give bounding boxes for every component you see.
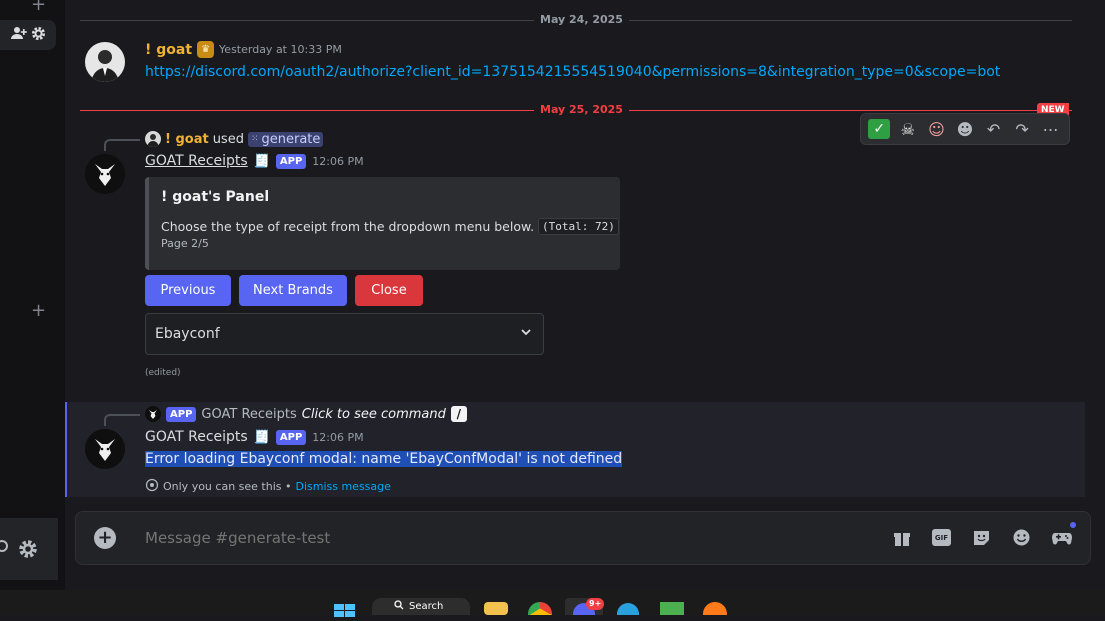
oauth-link[interactable]: https://discord.com/oauth2/authorize?cli… bbox=[145, 64, 1000, 80]
file-explorer-icon[interactable] bbox=[484, 602, 508, 615]
timestamp: 12:06 PM bbox=[312, 154, 364, 168]
receipt-icon: 🧾 bbox=[253, 153, 270, 169]
app-badge: APP bbox=[275, 429, 307, 445]
message-input[interactable] bbox=[145, 527, 845, 549]
embed-panel: ! goat's Panel Choose the type of receip… bbox=[145, 177, 620, 270]
add-member-icon[interactable] bbox=[10, 26, 27, 44]
reply-avatar bbox=[145, 131, 161, 147]
timestamp: 12:06 PM bbox=[312, 430, 364, 444]
command-grid-icon: ⁙ bbox=[250, 134, 259, 144]
notification-dot bbox=[1070, 522, 1076, 528]
date-divider: May 24, 2025 bbox=[534, 13, 629, 26]
gif-icon[interactable]: GIF bbox=[932, 529, 951, 546]
reply-icon[interactable]: ↶ bbox=[983, 120, 1005, 139]
message-header: ! goat ♛ Yesterday at 10:33 PM bbox=[145, 41, 342, 58]
bot-avatar[interactable] bbox=[85, 429, 125, 469]
previous-button[interactable]: Previous bbox=[145, 275, 231, 306]
reply-used-text: used bbox=[212, 131, 244, 147]
check-reaction-icon[interactable]: ✓ bbox=[868, 119, 891, 139]
user-settings-gear-icon[interactable] bbox=[18, 539, 38, 563]
bot-avatar[interactable] bbox=[85, 154, 125, 194]
chevron-down-icon bbox=[519, 325, 533, 343]
username[interactable]: ! goat bbox=[145, 42, 192, 58]
channel-header-actions[interactable] bbox=[0, 20, 56, 50]
embed-title: ! goat's Panel bbox=[161, 189, 270, 205]
search-label: Search bbox=[409, 601, 444, 612]
bot-username[interactable]: GOAT Receipts bbox=[145, 429, 248, 445]
click-to-see-command[interactable]: Click to see command bbox=[302, 407, 446, 422]
add-server-plus-icon[interactable]: + bbox=[31, 300, 46, 321]
message-actions-toolbar: ✓ ☠ ☺ ☻ ↶ ↷ ⋯ bbox=[860, 113, 1070, 145]
error-message-row: Error loading Ebayconf modal: name 'Ebay… bbox=[145, 451, 623, 467]
receipt-icon: 🧾 bbox=[253, 429, 270, 445]
app-badge: APP bbox=[275, 153, 307, 169]
eye-icon bbox=[145, 478, 159, 495]
activities-gamepad-icon[interactable] bbox=[1052, 529, 1072, 551]
ephemeral-footer: Only you can see this • Dismiss message bbox=[145, 478, 391, 495]
server-rail bbox=[0, 0, 65, 590]
command-reference[interactable]: APP GOAT Receipts Click to see command / bbox=[145, 406, 467, 422]
error-text: Error loading Ebayconf modal: name 'Ebay… bbox=[145, 451, 623, 467]
only-you-text: Only you can see this • bbox=[163, 480, 292, 493]
command-name: generate bbox=[261, 131, 321, 147]
taskbar-search[interactable]: Search bbox=[372, 598, 470, 615]
slash-command-chip[interactable]: ⁙ generate bbox=[247, 131, 324, 147]
slash-icon: / bbox=[450, 406, 467, 422]
os-taskbar bbox=[0, 590, 1105, 615]
gear-icon[interactable] bbox=[31, 26, 46, 45]
reply-bot-name[interactable]: GOAT Receipts bbox=[201, 407, 296, 422]
skull-reaction-icon[interactable]: ☠ bbox=[897, 120, 919, 139]
more-icon[interactable]: ⋯ bbox=[1040, 120, 1062, 139]
discord-unread-badge: 9+ bbox=[586, 598, 605, 610]
minecraft-icon[interactable] bbox=[660, 602, 684, 615]
plus-icon[interactable]: + bbox=[31, 0, 46, 15]
receipt-type-select[interactable]: Ebayconf bbox=[145, 313, 544, 355]
crown-icon: ♛ bbox=[197, 41, 215, 58]
clown-reaction-icon[interactable]: ☺ bbox=[925, 120, 947, 139]
embed-footer: Page 2/5 bbox=[161, 237, 209, 250]
dismiss-message-link[interactable]: Dismiss message bbox=[295, 480, 390, 493]
embed-description-row: Choose the type of receipt from the drop… bbox=[161, 218, 619, 235]
forward-icon[interactable]: ↷ bbox=[1011, 120, 1033, 139]
attach-plus-icon[interactable]: + bbox=[94, 527, 116, 549]
search-icon bbox=[394, 600, 404, 613]
sticker-icon[interactable] bbox=[972, 528, 991, 551]
reply-connector bbox=[104, 414, 140, 426]
reply-reference[interactable]: ! goat used ⁙ generate bbox=[145, 131, 324, 147]
app-badge: APP bbox=[166, 406, 197, 422]
select-value: Ebayconf bbox=[155, 326, 220, 342]
bot-username[interactable]: GOAT Receipts bbox=[145, 153, 248, 169]
reply-connector bbox=[104, 139, 140, 151]
reply-bot-avatar bbox=[145, 406, 161, 422]
bot-message-header: GOAT Receipts 🧾 APP 12:06 PM bbox=[145, 153, 364, 169]
close-button[interactable]: Close bbox=[355, 275, 423, 306]
bot-message-header: GOAT Receipts 🧾 APP 12:06 PM bbox=[145, 429, 364, 445]
windows-start-icon[interactable] bbox=[334, 602, 356, 617]
embed-description: Choose the type of receipt from the drop… bbox=[161, 219, 535, 234]
date-divider-new: May 25, 2025 bbox=[534, 103, 629, 116]
emoji-icon[interactable] bbox=[1012, 528, 1031, 551]
next-brands-button[interactable]: Next Brands bbox=[239, 275, 347, 306]
avatar[interactable] bbox=[85, 42, 125, 82]
reply-username[interactable]: ! goat bbox=[165, 132, 209, 147]
edited-label: (edited) bbox=[145, 368, 181, 378]
embed-total: (Total: 72) bbox=[538, 218, 619, 235]
add-reaction-icon[interactable]: ☻ bbox=[954, 120, 976, 139]
gift-icon[interactable] bbox=[893, 529, 911, 551]
timestamp: Yesterday at 10:33 PM bbox=[219, 43, 342, 56]
